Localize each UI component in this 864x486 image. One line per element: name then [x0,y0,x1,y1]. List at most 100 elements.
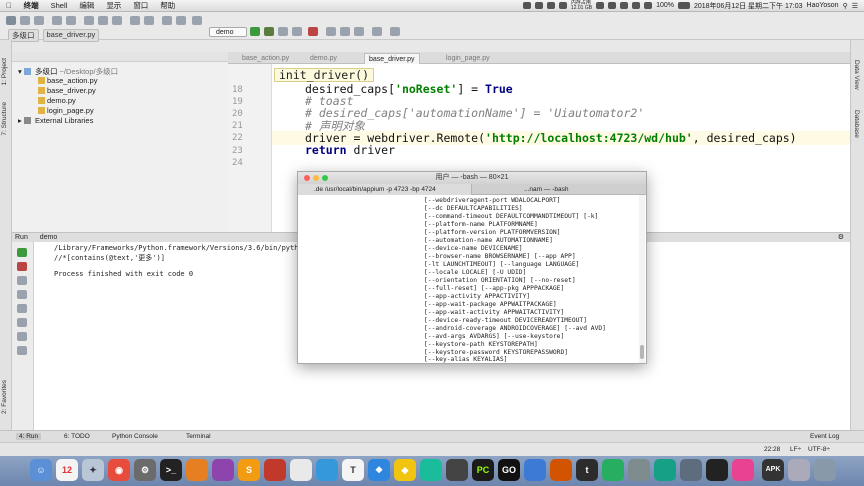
replace-icon[interactable] [144,16,154,25]
gear-icon[interactable]: ⚙ [838,233,844,242]
app-icon[interactable] [446,459,468,481]
terminal-tab-bash[interactable]: ...nam — -bash [508,184,568,195]
find-icon[interactable] [130,16,140,25]
status-tray-icon[interactable] [522,2,531,9]
caret-position[interactable]: 22:28 [764,446,780,453]
run-config-select[interactable]: demo [209,27,247,37]
app-icon[interactable] [732,459,754,481]
breadcrumb-project[interactable]: 多级口 [8,29,39,42]
status-tray-icon[interactable] [620,2,629,9]
stop-icon[interactable] [308,27,318,36]
apk-icon[interactable]: APK [762,459,784,481]
tab-base-driver[interactable]: base_driver.py [364,53,420,64]
tool-tab-terminal[interactable]: Terminal [186,433,211,440]
pycharm-icon[interactable]: PC [472,459,494,481]
search-icon[interactable]: ⚲ [843,2,848,10]
battery-percent[interactable]: 100% [656,2,674,9]
safari-icon[interactable]: ❖ [368,459,390,481]
run-icon[interactable] [250,27,260,36]
cut-icon[interactable] [84,16,94,25]
app-icon[interactable] [290,459,312,481]
back-icon[interactable] [162,16,172,25]
rerun-icon[interactable] [17,248,27,257]
launchpad-icon[interactable]: ✦ [82,459,104,481]
tree-file[interactable]: demo.py [38,96,76,105]
calendar-icon[interactable]: 12 [56,459,78,481]
typora-icon[interactable]: t [576,459,598,481]
clock[interactable]: 2018年06月12日 星期二下午 17:03 [694,1,803,11]
app-icon[interactable] [524,459,546,481]
sync-icon[interactable] [34,16,44,25]
copy-icon[interactable] [98,16,108,25]
status-tray-icon[interactable] [558,2,567,9]
project-tool-tab[interactable]: 1: Project [1,58,8,85]
terminal-body[interactable]: [--webdriveragent-port WDALOCALPORT] [--… [298,195,638,363]
tree-file[interactable]: base_action.py [38,76,97,85]
scrollbar-thumb[interactable] [640,345,644,359]
scroll-end-icon[interactable] [17,304,27,313]
tool-tab-todo[interactable]: 6: TODO [64,433,90,440]
terminal-tab-appium[interactable]: .de /usr/local/bin/appium -p 4723 -bp 47… [298,184,472,195]
terminal-scrollbar[interactable] [639,195,645,363]
memory-indicator[interactable]: 内存占用 12.01 GB [571,0,592,11]
downloads-icon[interactable] [788,459,810,481]
battery-icon[interactable] [677,2,690,9]
sketch-icon[interactable]: ◆ [394,459,416,481]
undo-icon[interactable] [52,16,62,25]
textedit-icon[interactable]: T [342,459,364,481]
status-tray-icon[interactable] [596,2,605,9]
open-folder-icon[interactable] [6,16,16,25]
menu-shell[interactable]: Shell [45,1,74,10]
structure-tool-tab[interactable]: 7: Structure [1,102,8,136]
tool-tab-run[interactable]: 4: Run [16,433,42,440]
terminal-title[interactable]: 用户 — -bash — 80×21 [298,172,646,184]
soft-wrap-icon[interactable] [17,290,27,299]
chrome-icon[interactable]: ◉ [108,459,130,481]
tab-base-action[interactable]: base_action.py [238,53,293,64]
terminal-window[interactable]: 用户 — -bash — 80×21 .de /usr/local/bin/ap… [297,171,647,364]
clear-icon[interactable] [17,332,27,341]
wifi-icon[interactable] [632,2,641,9]
build-icon[interactable] [192,16,202,25]
tree-external-libraries[interactable]: ▸ External Libraries [18,116,93,125]
function-breadcrumb[interactable]: init_driver() [274,68,375,82]
volume-icon[interactable] [644,2,653,9]
status-tray-icon[interactable] [534,2,543,9]
stop-icon[interactable] [17,262,27,271]
app-icon[interactable] [602,459,624,481]
terminal-app-icon[interactable]: >_ [160,459,182,481]
settings-icon[interactable] [340,27,350,36]
trash-icon[interactable] [814,459,836,481]
app-icon[interactable] [628,459,650,481]
breadcrumb-file[interactable]: base_driver.py [42,29,100,42]
tree-file[interactable]: base_driver.py [38,86,96,95]
app-icon[interactable] [186,459,208,481]
paste-icon[interactable] [112,16,122,25]
line-separator[interactable]: LF÷ [790,446,801,453]
status-tray-icon[interactable] [546,2,555,9]
status-tray-icon[interactable] [608,2,617,9]
tool-tab-python-console[interactable]: Python Console [112,433,158,440]
list-icon[interactable]: ☰ [852,2,858,10]
app-icon[interactable] [654,459,676,481]
app-icon[interactable] [420,459,442,481]
apple-icon[interactable]:  [0,1,18,10]
database-tool-tab[interactable]: Database [853,110,860,138]
pause-icon[interactable] [17,276,27,285]
favorites-tool-tab[interactable]: 2: Favorites [1,380,8,414]
app-icon[interactable] [680,459,702,481]
app-icon[interactable] [212,459,234,481]
print-icon[interactable] [17,318,27,327]
system-preferences-icon[interactable]: ⚙ [134,459,156,481]
tab-login-page[interactable]: login_page.py [442,53,494,64]
tab-demo[interactable]: demo.py [306,53,341,64]
help-icon[interactable] [372,27,382,36]
app-icon[interactable] [706,459,728,481]
menu-view[interactable]: 显示 [100,0,127,11]
menu-edit[interactable]: 编辑 [73,0,100,11]
data-view-tool-tab[interactable]: Data View [853,60,860,90]
app-icon[interactable] [550,459,572,481]
user-name[interactable]: HaoYoson [807,2,839,9]
debug-icon[interactable] [264,27,274,36]
zoom-button[interactable] [322,175,328,181]
